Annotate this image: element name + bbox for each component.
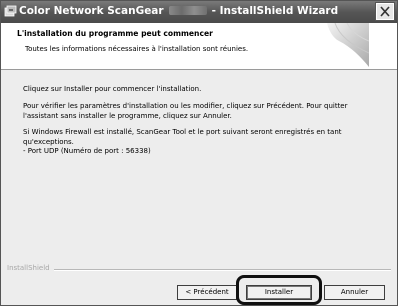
instruction-paragraph: Cliquez sur Installer pour commencer l'i… [23,85,381,95]
wizard-body: Cliquez sur Installer pour commencer l'i… [1,70,397,260]
review-line: Pour vérifier les paramètres d'installat… [23,102,348,110]
header-subtitle: Toutes les informations nécessaires à l'… [25,45,249,53]
close-button[interactable] [376,3,394,20]
title-bar[interactable]: Color Network ScanGear - InstallShield Wi… [1,1,397,23]
port-line: - Port UDP (Numéro de port : 56338) [23,147,151,155]
wizard-header: L'installation du programme peut commenc… [1,23,397,70]
installer-app-icon [4,5,17,17]
close-icon [380,6,390,17]
window-title: Color Network ScanGear - InstallShield Wi… [19,5,338,17]
separator-line [7,269,391,271]
install-button-highlight [236,275,322,305]
header-title: L'installation du programme peut commenc… [17,29,213,38]
redacted-title-segment [168,6,207,15]
instruction-line: Cliquez sur Installer pour commencer l'i… [23,85,202,93]
installer-window: Color Network ScanGear - InstallShield Wi… [0,0,398,306]
installshield-brand: InstallShield [7,264,54,272]
firewall-line: Si Windows Firewall est installé, ScanGe… [23,128,342,136]
window-title-prefix: Color Network ScanGear [19,5,164,17]
review-paragraph: Pour vérifier les paramètres d'installat… [23,102,381,121]
window-title-suffix: - InstallShield Wizard [211,5,339,17]
cancel-button[interactable]: Annuler [324,285,385,300]
firewall-paragraph: Si Windows Firewall est installé, ScanGe… [23,128,381,157]
page-curl-graphic [327,23,369,67]
back-button[interactable]: < Précédent [177,285,237,300]
firewall-line: qu'exceptions. [23,137,74,146]
review-line: l'assistant sans installer le programme,… [23,111,232,120]
brand-separator: InstallShield [1,264,397,276]
